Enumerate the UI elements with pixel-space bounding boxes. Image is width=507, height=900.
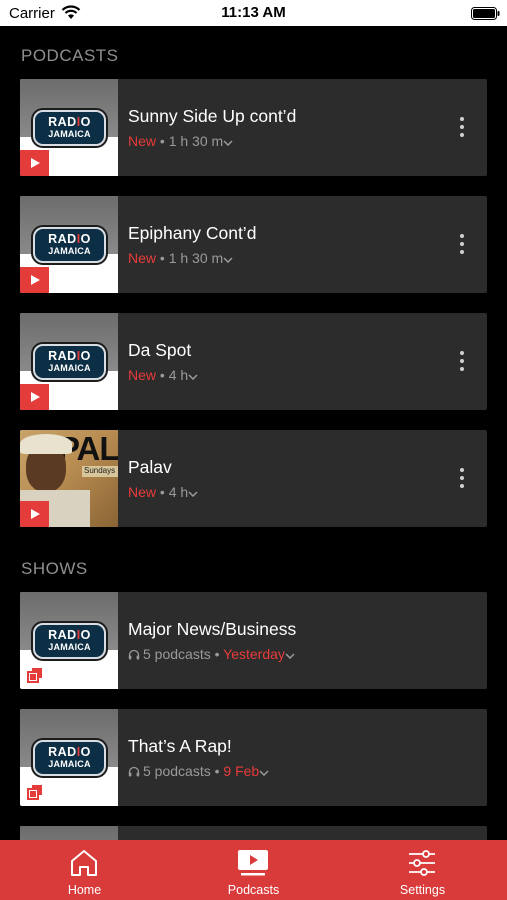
tab-settings[interactable]: Settings <box>338 840 507 900</box>
collection-icon <box>27 785 42 800</box>
shows-section-title: SHOWS <box>21 559 88 578</box>
show-updated: 9 Feb <box>223 763 260 779</box>
podcast-artwork: PAL Sundays 1 <box>20 430 118 527</box>
show-card[interactable] <box>20 826 487 840</box>
podcast-artwork: RADIO JAMAICA <box>20 79 118 176</box>
podcast-card[interactable]: RADIO JAMAICA Da Spot New • 4 h <box>20 313 487 410</box>
home-icon <box>71 850 97 876</box>
show-artwork: RADIO JAMAICA <box>20 709 118 806</box>
collection-icon <box>27 668 42 683</box>
radio-jamaica-logo: RADIO JAMAICA <box>33 623 106 659</box>
podcast-title: Da Spot <box>128 340 192 360</box>
tab-podcasts-label: Podcasts <box>227 883 280 897</box>
more-options-icon[interactable] <box>458 351 466 371</box>
radio-jamaica-logo: RADIO JAMAICA <box>33 740 106 776</box>
play-icon[interactable] <box>20 267 49 293</box>
podcast-meta: New • 1 h 30 m <box>128 250 233 266</box>
more-options-icon[interactable] <box>458 234 466 254</box>
tab-settings-label: Settings <box>399 883 446 897</box>
podcast-title: Sunny Side Up cont’d <box>128 106 297 126</box>
tab-home[interactable]: Home <box>0 840 169 900</box>
radio-jamaica-logo: RADIO JAMAICA <box>33 110 106 146</box>
radio-jamaica-logo: RADIO JAMAICA <box>33 344 106 380</box>
new-badge: New <box>128 250 157 266</box>
play-icon[interactable] <box>20 384 49 410</box>
chevron-down-icon <box>188 374 198 380</box>
podcast-meta: New • 4 h <box>128 484 198 500</box>
battery-icon <box>471 7 500 20</box>
podcast-duration: 1 h 30 m <box>168 133 224 149</box>
podcast-duration: 4 h <box>168 367 189 383</box>
play-icon[interactable] <box>20 150 49 176</box>
show-card[interactable]: RADIO JAMAICA That’s A Rap! 5 podcasts •… <box>20 709 487 806</box>
tab-podcasts[interactable]: Podcasts <box>169 840 338 900</box>
settings-sliders-icon <box>409 850 435 876</box>
chevron-down-icon <box>285 653 295 659</box>
show-meta: 5 podcasts • Yesterday <box>128 646 295 662</box>
podcasts-icon <box>238 850 268 876</box>
show-artwork: RADIO JAMAICA <box>20 592 118 689</box>
show-meta: 5 podcasts • 9 Feb <box>128 763 269 779</box>
show-title: That’s A Rap! <box>128 736 232 756</box>
podcast-count: 5 podcasts <box>143 763 211 779</box>
tab-bar: Home Podcasts Settings <box>0 840 507 900</box>
chevron-down-icon <box>223 257 233 263</box>
more-options-icon[interactable] <box>458 468 466 488</box>
new-badge: New <box>128 484 157 500</box>
podcast-card[interactable]: RADIO JAMAICA Epiphany Cont’d New • 1 h … <box>20 196 487 293</box>
new-badge: New <box>128 367 157 383</box>
podcast-artwork: RADIO JAMAICA <box>20 313 118 410</box>
podcast-duration: 4 h <box>168 484 189 500</box>
podcast-title: Palav <box>128 457 172 477</box>
main-content[interactable]: PODCASTS RADIO JAMAICA Sunny Side Up con… <box>0 26 507 840</box>
podcast-duration: 1 h 30 m <box>168 250 224 266</box>
show-updated: Yesterday <box>223 646 285 662</box>
podcasts-section-title: PODCASTS <box>21 46 119 65</box>
play-icon[interactable] <box>20 501 49 527</box>
radio-jamaica-logo: RADIO JAMAICA <box>33 227 106 263</box>
chevron-down-icon <box>259 770 269 776</box>
status-bar: Carrier 11:13 AM <box>0 0 507 26</box>
show-card[interactable]: RADIO JAMAICA Major News/Business 5 podc… <box>20 592 487 689</box>
podcast-title: Epiphany Cont’d <box>128 223 257 243</box>
podcast-artwork: RADIO JAMAICA <box>20 196 118 293</box>
podcast-card[interactable]: PAL Sundays 1 Palav New • 4 h <box>20 430 487 527</box>
podcast-meta: New • 1 h 30 m <box>128 133 233 149</box>
podcast-count: 5 podcasts <box>143 646 211 662</box>
show-title: Major News/Business <box>128 619 297 639</box>
podcast-card[interactable]: RADIO JAMAICA Sunny Side Up cont’d New •… <box>20 79 487 176</box>
headphones-icon <box>128 766 140 777</box>
chevron-down-icon <box>223 140 233 146</box>
show-artwork <box>20 826 118 840</box>
podcast-meta: New • 4 h <box>128 367 198 383</box>
headphones-icon <box>128 649 140 660</box>
more-options-icon[interactable] <box>458 117 466 137</box>
tab-home-label: Home <box>67 883 102 897</box>
chevron-down-icon <box>188 491 198 497</box>
status-time: 11:13 AM <box>221 4 286 21</box>
new-badge: New <box>128 133 157 149</box>
